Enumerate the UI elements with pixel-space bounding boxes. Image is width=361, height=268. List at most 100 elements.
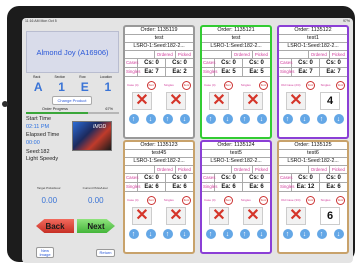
arrow-up-icon[interactable]: ↑	[316, 114, 327, 124]
arrow-up-icon[interactable]: ↑	[128, 229, 139, 239]
arrow-down-icon[interactable]: ↓	[145, 114, 156, 124]
arrow-down-icon[interactable]: ↓	[179, 229, 190, 239]
arrow-up-icon[interactable]: ↑	[128, 114, 139, 124]
arrow-up-icon[interactable]: ↑	[205, 114, 216, 124]
singles-zero-button[interactable]: Zero	[336, 80, 345, 90]
arrow-down-icon[interactable]: ↓	[222, 114, 233, 124]
case-zero-button[interactable]: Zero	[146, 80, 156, 90]
case-zero-button[interactable]: Zero	[223, 195, 233, 205]
arrow-down-icon[interactable]: ↓	[333, 114, 344, 124]
product-photo[interactable]: IMOD	[72, 121, 112, 151]
singles-label: Singles	[203, 183, 218, 191]
arrow-up-icon[interactable]: ↑	[162, 229, 173, 239]
singles-picked: Ea: 2	[172, 69, 187, 75]
row-label: Row	[79, 75, 86, 79]
picked-header: Picked	[328, 51, 347, 58]
singles-zero-button[interactable]: Zero	[258, 195, 268, 205]
arrow-down-icon[interactable]: ↓	[256, 229, 267, 239]
next-button[interactable]: Next	[77, 219, 115, 233]
order-name: test6	[279, 150, 347, 158]
cases-picked: Cs: 0	[326, 175, 341, 181]
order-number: Order: 1135124	[202, 142, 270, 150]
back-button[interactable]: Back	[36, 219, 74, 233]
arrow-up-icon[interactable]: ↑	[239, 229, 250, 239]
case-pick-x-icon[interactable]: ✕	[132, 92, 152, 110]
order-seed: LSRO-1:Seed:182-2...	[279, 158, 347, 166]
singles-pick-entry[interactable]: ✕	[166, 207, 186, 225]
case-zero-label: Case (4)	[127, 83, 139, 87]
order-card[interactable]: Order: 1135125 test6 LSRO-1:Seed:182-2..…	[277, 140, 349, 254]
arrow-down-icon[interactable]: ↓	[299, 229, 310, 239]
rack-value: A	[33, 80, 43, 94]
order-number: Order: 1135121	[202, 27, 270, 35]
location-values: A 1 E 1	[26, 80, 119, 94]
arrow-up-icon[interactable]: ↑	[282, 229, 293, 239]
cases-label: Cases	[280, 174, 293, 182]
arrow-down-icon[interactable]: ↓	[333, 229, 344, 239]
case-pick-x-icon[interactable]: ✕	[209, 207, 229, 225]
order-seed: LSRO-1:Seed:182-2...	[125, 43, 193, 51]
case-zero-button[interactable]: Zero	[306, 195, 316, 205]
singles-pick-entry[interactable]: ✕	[166, 92, 186, 110]
singles-pick-entry[interactable]: ✕	[243, 207, 263, 225]
section-label: Section	[54, 75, 66, 79]
order-card[interactable]: Order: 1135123 test45 LSRO-1:Seed:182-2.…	[123, 140, 195, 254]
singles-label: Singles	[126, 183, 141, 191]
order-card[interactable]: Order: 1135121 test LSRO-1:Seed:182-2...…	[200, 25, 272, 139]
case-pick-x-icon[interactable]: ✕	[132, 207, 152, 225]
order-card[interactable]: Order: 1135122 test1 LSRO-1:Seed:182-2..…	[277, 25, 349, 139]
singles-picked: Ea: 6	[249, 184, 264, 190]
ordered-header: Ordered	[153, 166, 175, 173]
arrow-up-icon[interactable]: ↑	[239, 114, 250, 124]
case-pick-x-icon[interactable]: ✕	[286, 207, 306, 225]
pick-entry-row: ✕ 6	[279, 205, 347, 225]
pick-entry-row: ✕ 4	[279, 90, 347, 110]
arrow-down-icon[interactable]: ↓	[179, 114, 190, 124]
singles-ordered: Ea: 12	[292, 183, 320, 191]
singles-zero-label: Singles	[320, 83, 331, 87]
order-seed: LSRO-1:Seed:182-2...	[125, 158, 193, 166]
case-pick-x-icon[interactable]: ✕	[209, 92, 229, 110]
singles-pick-entry[interactable]: ✕	[243, 92, 263, 110]
rack-label: Rack	[33, 75, 41, 79]
order-progress-label: Order Progress	[42, 107, 68, 111]
order-card[interactable]: Order: 1135119 test LSRO-1:Seed:182-2...…	[123, 25, 195, 139]
location-value: 1	[104, 80, 112, 94]
singles-zero-button[interactable]: Zero	[336, 195, 345, 205]
return-button[interactable]: Return	[96, 249, 115, 257]
singles-zero-button[interactable]: Zero	[181, 80, 191, 90]
new-image-button[interactable]: New Image	[36, 247, 54, 258]
cases-row: Cases Cs: 0 Cs: 0	[202, 174, 270, 183]
order-status-header: Ordered Picked	[125, 51, 193, 59]
case-zero-button[interactable]: Zero	[306, 80, 316, 90]
arrow-up-icon[interactable]: ↑	[282, 114, 293, 124]
ordered-header: Ordered	[307, 166, 329, 173]
arrow-down-icon[interactable]: ↓	[222, 229, 233, 239]
order-card[interactable]: Order: 1135124 test5 LSRO-1:Seed:182-2..…	[200, 140, 272, 254]
target-picks-label: Target Picks/Hour	[36, 186, 61, 190]
case-zero-button[interactable]: Zero	[223, 80, 233, 90]
arrow-up-icon[interactable]: ↑	[205, 229, 216, 239]
case-zero-button[interactable]: Zero	[146, 195, 156, 205]
cases-row: Cases Cs: 0 Cs: 0	[279, 59, 347, 68]
singles-zero-button[interactable]: Zero	[258, 80, 268, 90]
seed-text: Seed:182	[26, 149, 50, 155]
zero-row: Case (4) Zero Singles Zero	[125, 77, 193, 90]
singles-zero-label: Singles	[320, 198, 331, 202]
zero-row: Old Case (2/4) Zero Singles Zero	[279, 77, 347, 90]
arrow-row: ↑ ↓ ↑ ↓	[125, 225, 193, 239]
change-product-button[interactable]: Change Product	[52, 96, 92, 105]
case-pick-x-icon[interactable]: ✕	[286, 92, 306, 110]
pick-entry-row: ✕ ✕	[202, 205, 270, 225]
arrow-down-icon[interactable]: ↓	[299, 114, 310, 124]
singles-pick-entry[interactable]: 6	[320, 207, 340, 225]
singles-pick-entry[interactable]: 4	[320, 92, 340, 110]
picked-header: Picked	[251, 51, 270, 58]
arrow-up-icon[interactable]: ↑	[162, 114, 173, 124]
order-status-header: Ordered Picked	[202, 166, 270, 174]
order-progress-fill	[26, 112, 89, 114]
arrow-down-icon[interactable]: ↓	[256, 114, 267, 124]
arrow-up-icon[interactable]: ↑	[316, 229, 327, 239]
arrow-down-icon[interactable]: ↓	[145, 229, 156, 239]
singles-zero-button[interactable]: Zero	[181, 195, 191, 205]
